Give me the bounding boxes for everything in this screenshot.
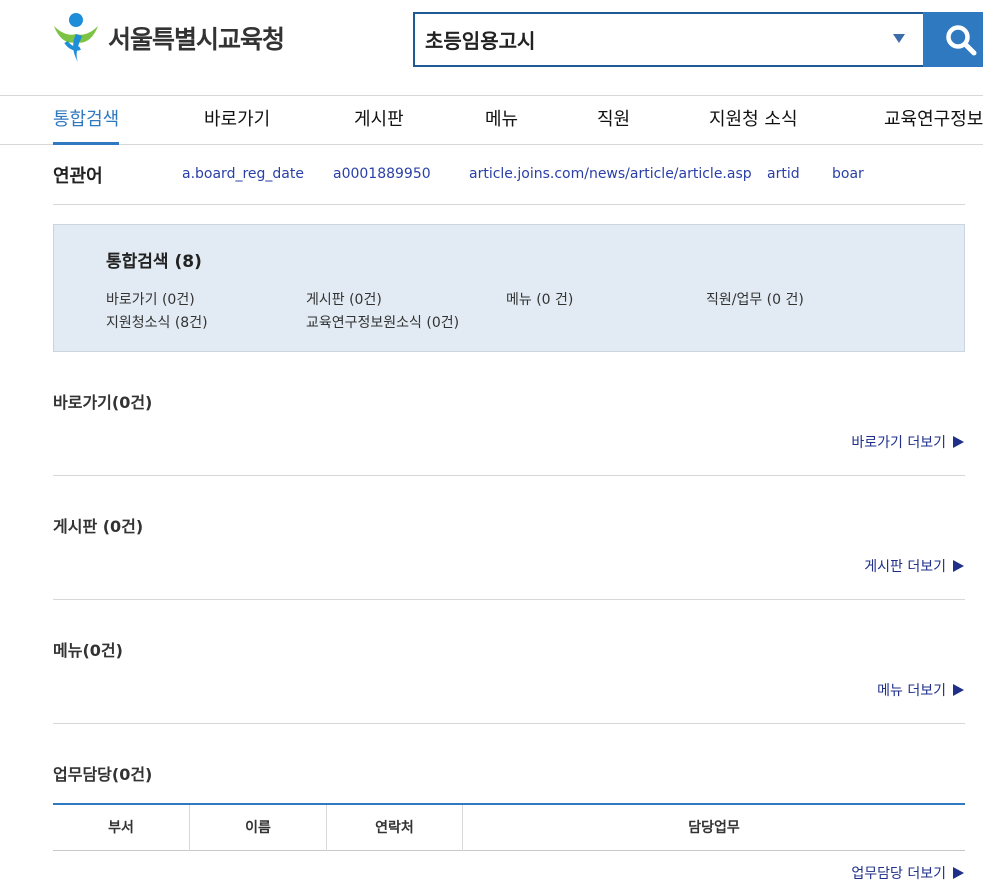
- column-header-duty: 담당업무: [688, 820, 740, 836]
- search-summary-box: 통합검색 (8) 바로가기 (0건) 게시판 (0건) 메뉴 (0 건) 직원/…: [53, 224, 965, 352]
- site-logo-text: 서울특별시교육청: [108, 25, 285, 54]
- tab-menu[interactable]: 메뉴: [485, 96, 518, 145]
- seoul-education-logo-icon: [54, 13, 98, 62]
- search-button[interactable]: [923, 12, 983, 67]
- summary-link-shortcut[interactable]: 바로가기 (0건): [106, 289, 195, 309]
- related-keywords-label: 연관어: [53, 166, 103, 187]
- section-title-duty: 업무담당(0건): [53, 765, 153, 784]
- section-title-shortcut: 바로가기(0건): [53, 393, 153, 412]
- more-link-label: 게시판 더보기: [864, 559, 946, 575]
- summary-link-board[interactable]: 게시판 (0건): [306, 289, 382, 309]
- more-link-menu[interactable]: 메뉴 더보기: [877, 680, 964, 700]
- section-divider: [53, 475, 965, 476]
- tab-shortcut[interactable]: 바로가기: [204, 96, 270, 145]
- summary-link-menu[interactable]: 메뉴 (0 건): [506, 289, 573, 309]
- search-input[interactable]: [425, 14, 885, 65]
- dropdown-arrow-icon[interactable]: [893, 34, 905, 43]
- related-keyword[interactable]: a.board_reg_date: [182, 166, 304, 182]
- related-keyword[interactable]: boar: [832, 166, 864, 182]
- section-divider: [53, 599, 965, 600]
- more-link-label: 메뉴 더보기: [877, 683, 946, 699]
- triangle-right-icon: [953, 436, 964, 448]
- more-link-shortcut[interactable]: 바로가기 더보기: [851, 432, 964, 452]
- header: 서울특별시교육청: [0, 0, 983, 95]
- tab-research-info[interactable]: 교육연구정보: [884, 96, 983, 145]
- summary-link-staff[interactable]: 직원/업무 (0 건): [706, 289, 804, 309]
- summary-title: 통합검색 (8): [106, 252, 202, 272]
- search-box: [413, 12, 925, 67]
- tab-district-news[interactable]: 지원청 소식: [709, 96, 798, 145]
- more-link-label: 업무담당 더보기: [851, 866, 946, 882]
- related-keywords: 연관어 a.board_reg_date a0001889950 article…: [53, 146, 965, 205]
- triangle-right-icon: [953, 684, 964, 696]
- related-keyword[interactable]: a0001889950: [333, 166, 431, 182]
- triangle-right-icon: [953, 560, 964, 572]
- column-header-department: 부서: [53, 805, 190, 851]
- more-link-label: 바로가기 더보기: [851, 435, 946, 451]
- duty-table-header: 부서 이름 연락처 담당업무: [53, 803, 965, 851]
- tab-integrated-search[interactable]: 통합검색: [53, 96, 120, 145]
- search-category-tabs: 통합검색 바로가기 게시판 메뉴 직원 지원청 소식 교육연구정보: [0, 95, 983, 145]
- more-link-duty[interactable]: 업무담당 더보기: [851, 863, 964, 883]
- tab-staff[interactable]: 직원: [597, 96, 630, 145]
- tab-board[interactable]: 게시판: [354, 96, 404, 145]
- more-link-board[interactable]: 게시판 더보기: [864, 556, 964, 576]
- summary-link-district-news[interactable]: 지원청소식 (8건): [106, 312, 208, 332]
- summary-link-research-info[interactable]: 교육연구정보원소식 (0건): [306, 312, 459, 332]
- related-keyword[interactable]: article.joins.com/news/article/article.a…: [469, 166, 752, 182]
- section-title-board: 게시판 (0건): [53, 517, 144, 536]
- related-keyword[interactable]: artid: [767, 166, 800, 182]
- section-divider: [53, 723, 965, 724]
- column-header-contact: 연락처: [327, 805, 463, 851]
- section-title-menu: 메뉴(0건): [53, 641, 123, 660]
- site-logo[interactable]: 서울특별시교육청: [52, 12, 285, 64]
- search-icon: [946, 25, 977, 56]
- column-header-name: 이름: [190, 805, 327, 851]
- triangle-right-icon: [953, 867, 964, 879]
